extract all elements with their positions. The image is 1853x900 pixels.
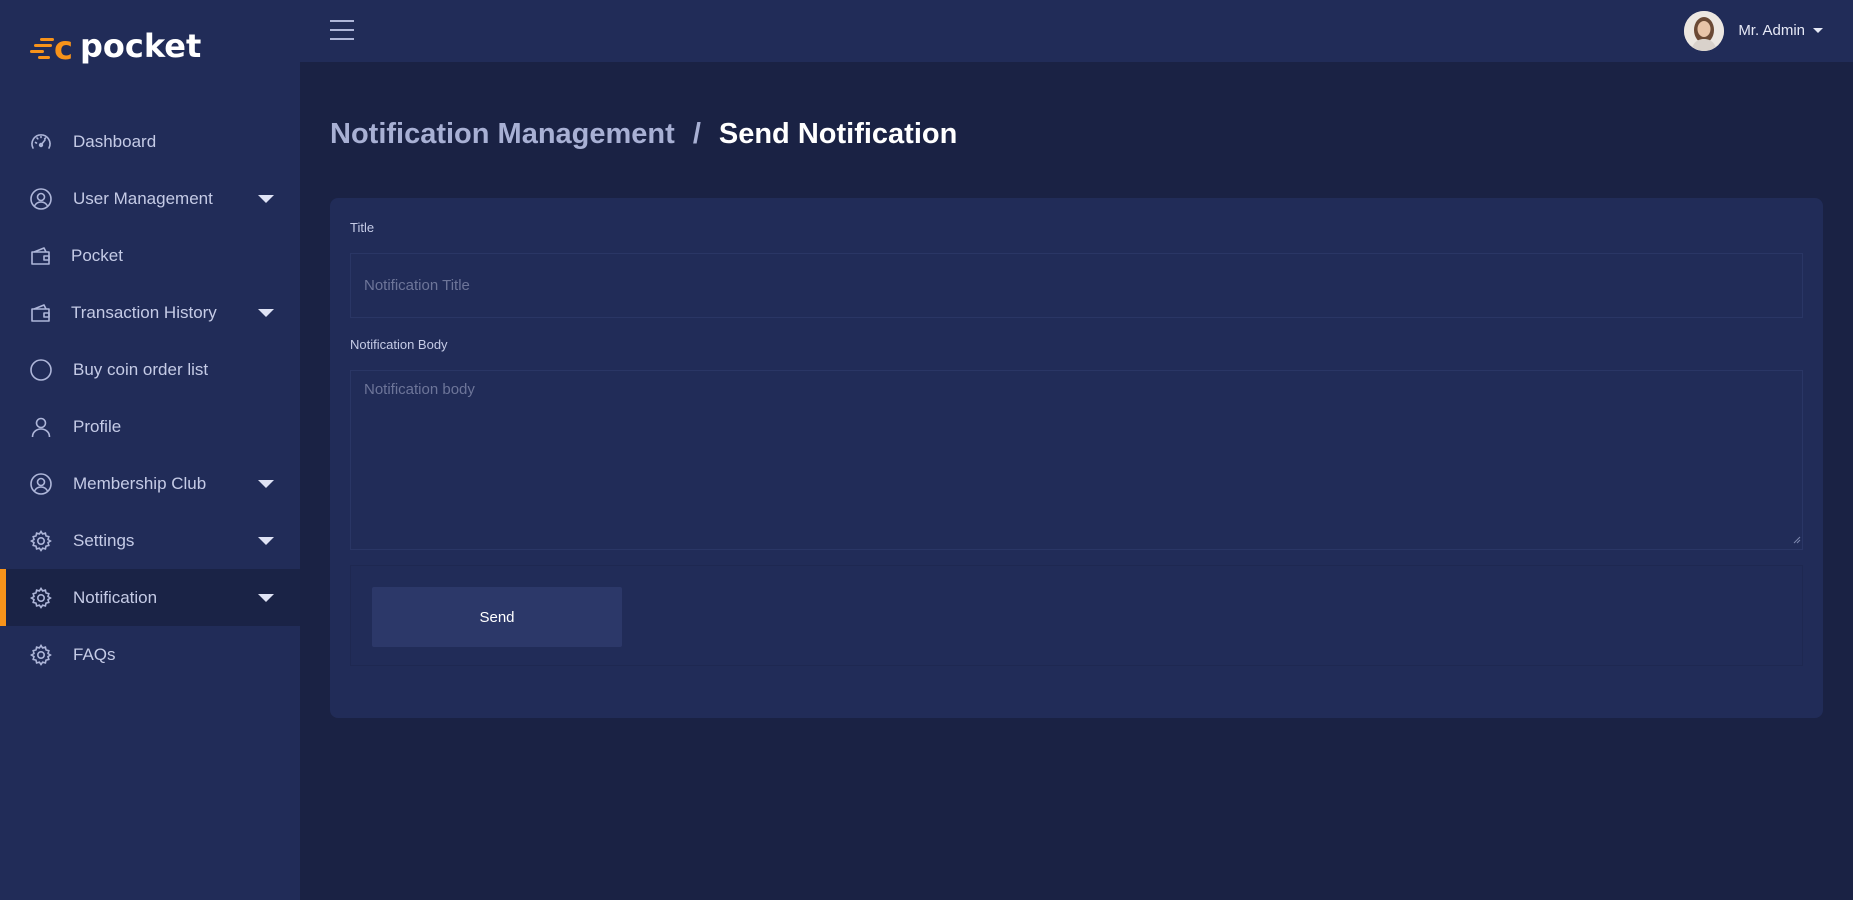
sidebar-item-user-management[interactable]: User Management [0, 170, 300, 227]
user-circle-icon [29, 472, 53, 496]
gear-icon [29, 586, 53, 610]
logo-icon: c [30, 29, 73, 63]
sidebar-item-label: Buy coin order list [73, 359, 209, 379]
body-label: Notification Body [350, 337, 448, 352]
wallet-icon [29, 244, 53, 268]
sidebar-item-label: Settings [73, 530, 135, 550]
caret-down-icon [1813, 28, 1823, 33]
sidebar-item-label: Profile [73, 416, 122, 436]
gear-icon [29, 529, 53, 553]
sidebar-item-dashboard[interactable]: Dashboard [0, 113, 300, 170]
circle-icon [29, 358, 53, 382]
body-textarea[interactable] [350, 370, 1803, 550]
user-name: Mr. Admin [1738, 22, 1805, 39]
sidebar-nav: Dashboard User Management Pocket Transac… [0, 113, 300, 683]
user-menu[interactable]: Mr. Admin [1684, 10, 1823, 51]
speedometer-icon [29, 130, 53, 154]
sidebar-item-notification[interactable]: Notification [0, 569, 300, 626]
sidebar-item-label: Transaction History [71, 302, 217, 322]
sidebar-item-label: Notification [73, 587, 158, 607]
title-label: Title [350, 220, 375, 235]
sidebar-item-settings[interactable]: Settings [0, 512, 300, 569]
caret-down-icon[interactable] [258, 195, 274, 203]
caret-down-icon[interactable] [258, 594, 274, 602]
avatar[interactable] [1684, 10, 1725, 51]
caret-down-icon[interactable] [258, 309, 274, 317]
gear-icon [29, 643, 53, 667]
page-title: Send Notification [718, 118, 958, 150]
sidebar-item-label: Membership Club [73, 473, 207, 493]
user-circle-icon [29, 187, 53, 211]
sidebar-item-membership-club[interactable]: Membership Club [0, 455, 300, 512]
topbar: Mr. Admin [300, 0, 1853, 62]
sidebar: c pocket Dashboard User Management Pocke… [0, 0, 300, 900]
breadcrumb-separator: / [692, 118, 701, 150]
notification-form-card: Title Notification Body Send [330, 198, 1823, 718]
sidebar-item-profile[interactable]: Profile [0, 398, 300, 455]
form-actions: Send [350, 565, 1803, 666]
caret-down-icon[interactable] [258, 537, 274, 545]
sidebar-item-label: Pocket [71, 245, 123, 265]
user-icon [29, 415, 53, 439]
send-button[interactable]: Send [372, 587, 622, 647]
sidebar-item-pocket[interactable]: Pocket [0, 227, 300, 284]
logo-mark: c [54, 29, 73, 63]
breadcrumb-parent[interactable]: Notification Management [330, 116, 675, 152]
menu-toggle-icon[interactable] [330, 20, 354, 40]
wallet-icon [29, 301, 53, 325]
sidebar-item-label: Dashboard [73, 131, 157, 151]
caret-down-icon[interactable] [258, 480, 274, 488]
sidebar-item-buy-coin-order-list[interactable]: Buy coin order list [0, 341, 300, 398]
sidebar-item-faqs[interactable]: FAQs [0, 626, 300, 683]
sidebar-item-label: User Management [73, 188, 213, 208]
breadcrumb: Notification Management / Send Notificat… [330, 116, 957, 152]
logo[interactable]: c pocket [30, 26, 201, 66]
sidebar-item-transaction-history[interactable]: Transaction History [0, 284, 300, 341]
resize-handle-icon[interactable] [1792, 535, 1801, 544]
logo-text: pocket [80, 27, 202, 65]
sidebar-item-label: FAQs [73, 644, 116, 664]
title-input[interactable] [350, 253, 1803, 318]
